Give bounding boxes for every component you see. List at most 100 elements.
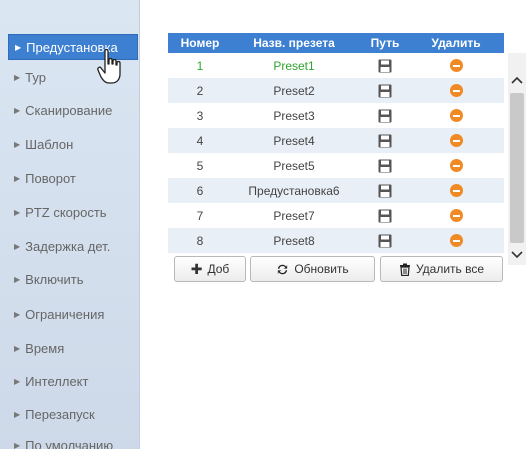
row-preset-name: Preset7 (273, 208, 315, 223)
delete-preset-button[interactable] (414, 209, 504, 222)
caret-right-icon: ▶ (15, 42, 22, 52)
minus-circle-icon (449, 84, 463, 97)
row-number: 7 (196, 208, 204, 223)
sidebar-item-scan[interactable]: ▶ Сканирование (8, 97, 138, 123)
delete-preset-button[interactable] (414, 234, 504, 247)
minus-circle-icon (449, 59, 463, 72)
sidebar-item-limits[interactable]: ▶ Ограничения (8, 301, 138, 327)
save-icon[interactable] (356, 159, 414, 173)
table-header: Номер Назв. презета Путь Удалить (168, 33, 504, 53)
add-button-label: Доб (207, 262, 230, 276)
save-icon[interactable] (356, 234, 414, 248)
caret-right-icon: ▶ (14, 343, 21, 353)
minus-circle-icon (449, 109, 463, 122)
scroll-up-button[interactable] (508, 71, 526, 89)
caret-right-icon: ▶ (14, 241, 21, 251)
sidebar-item-label: По умолчанию (25, 437, 114, 449)
sidebar-item-pattern[interactable]: ▶ Шаблон (8, 131, 138, 157)
delete-preset-button[interactable] (414, 109, 504, 122)
minus-circle-icon (449, 184, 463, 197)
sidebar-item-delay[interactable]: ▶ Задержка дет. (8, 233, 138, 259)
caret-right-icon: ▶ (14, 440, 21, 449)
save-icon[interactable] (356, 59, 414, 73)
table-scrollbar[interactable] (508, 53, 526, 265)
refresh-button-label: Обновить (294, 262, 349, 276)
caret-right-icon: ▶ (14, 309, 21, 319)
chevron-up-icon (511, 76, 523, 84)
sidebar-item-label: Ограничения (25, 306, 105, 322)
sidebar-item-label: Время (25, 340, 65, 356)
delete-preset-button[interactable] (414, 59, 504, 72)
row-preset-name: Preset5 (273, 158, 315, 173)
add-button[interactable]: ✚ Доб (174, 256, 246, 282)
save-icon[interactable] (356, 134, 414, 148)
sidebar-item-ptz-speed[interactable]: ▶ PTZ скорость (8, 199, 138, 225)
sidebar-item-enable[interactable]: ▶ Включить (8, 266, 138, 292)
plus-icon: ✚ (190, 261, 203, 277)
chevron-down-icon (511, 251, 523, 259)
sidebar-item-time[interactable]: ▶ Время (8, 335, 138, 361)
sidebar-item-intelligence[interactable]: ▶ Интеллект (8, 368, 138, 394)
sidebar-item-label: Перезапуск (25, 406, 95, 422)
row-number: 4 (196, 133, 204, 148)
minus-circle-icon (449, 134, 463, 147)
sidebar-item-label: PTZ скорость (25, 204, 107, 220)
save-icon[interactable] (356, 109, 414, 123)
sidebar-item-label: Интеллект (25, 373, 89, 389)
row-number: 1 (196, 58, 204, 73)
row-preset-name: Preset3 (273, 108, 315, 123)
header-name: Назв. презета (253, 36, 335, 50)
delete-preset-button[interactable] (414, 134, 504, 147)
row-number: 8 (196, 233, 204, 248)
minus-circle-icon (449, 209, 463, 222)
table-row[interactable]: 3 Preset3 (168, 103, 504, 128)
hand-pointer-icon (97, 48, 121, 84)
delete-preset-button[interactable] (414, 84, 504, 97)
table-row[interactable]: 6 Предустановка6 (168, 178, 504, 203)
row-number: 2 (196, 83, 204, 98)
save-icon[interactable] (356, 84, 414, 98)
sidebar-item-restart[interactable]: ▶ Перезапуск (8, 401, 138, 427)
row-preset-name: Preset1 (273, 58, 315, 73)
table-row[interactable]: 2 Preset2 (168, 78, 504, 103)
table-row[interactable]: 8 Preset8 (168, 228, 504, 253)
sidebar-item-label: Сканирование (25, 102, 113, 118)
row-preset-name: Preset2 (273, 83, 315, 98)
header-delete: Удалить (431, 36, 481, 50)
sidebar-item-label: Включить (25, 271, 84, 287)
sidebar-item-label: Поворот (25, 170, 76, 186)
delete-all-button-label: Удалить все (415, 262, 485, 276)
refresh-icon (278, 264, 288, 274)
refresh-button[interactable]: Обновить (250, 256, 375, 282)
caret-right-icon: ▶ (14, 409, 21, 419)
minus-circle-icon (449, 234, 463, 247)
trash-icon (399, 263, 410, 276)
row-preset-name: Preset4 (273, 133, 315, 148)
sidebar-item-rotation[interactable]: ▶ Поворот (8, 165, 138, 191)
scroll-down-button[interactable] (508, 246, 526, 264)
delete-all-button[interactable]: Удалить все (380, 256, 503, 282)
minus-circle-icon (449, 159, 463, 172)
save-icon[interactable] (356, 209, 414, 223)
table-row[interactable]: 1 Preset1 (168, 53, 504, 78)
table-row[interactable]: 5 Preset5 (168, 153, 504, 178)
caret-right-icon: ▶ (14, 376, 21, 386)
delete-preset-button[interactable] (414, 159, 504, 172)
row-preset-name: Предустановка6 (248, 183, 340, 198)
header-number: Номер (180, 36, 220, 50)
save-icon[interactable] (356, 184, 414, 198)
caret-right-icon: ▶ (14, 173, 21, 183)
caret-right-icon: ▶ (14, 207, 21, 217)
sidebar-item-default[interactable]: ▶ По умолчанию (8, 432, 138, 449)
row-number: 6 (196, 183, 204, 198)
table-row[interactable]: 7 Preset7 (168, 203, 504, 228)
sidebar-item-label: Шаблон (25, 136, 74, 152)
scroll-thumb[interactable] (510, 93, 524, 243)
row-number: 3 (196, 108, 204, 123)
row-preset-name: Preset8 (273, 233, 315, 248)
sidebar-item-label: Тур (25, 69, 46, 85)
caret-right-icon: ▶ (14, 105, 21, 115)
header-path: Путь (370, 36, 400, 50)
table-row[interactable]: 4 Preset4 (168, 128, 504, 153)
delete-preset-button[interactable] (414, 184, 504, 197)
